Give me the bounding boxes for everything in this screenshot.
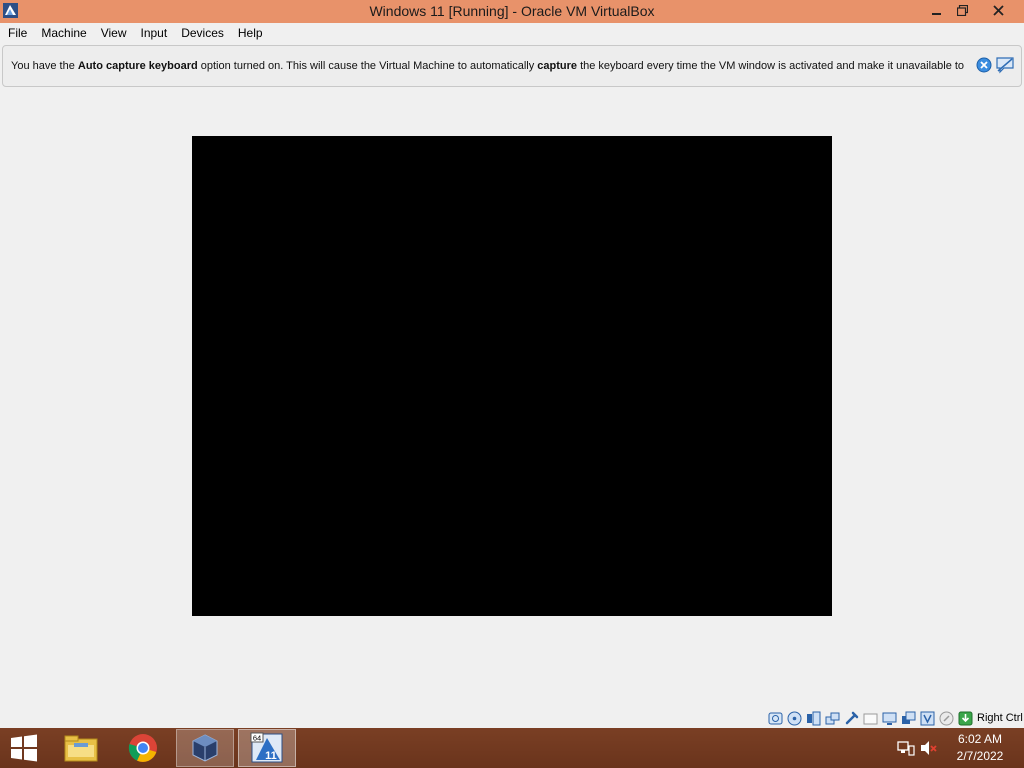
close-message-icon[interactable] <box>976 57 992 73</box>
menu-input[interactable]: Input <box>134 23 175 44</box>
menu-help[interactable]: Help <box>231 23 270 44</box>
notification-message: You have the Auto capture keyboard optio… <box>11 60 965 72</box>
menu-bar: File Machine View Input Devices Help <box>0 23 1024 44</box>
menu-devices[interactable]: Devices <box>174 23 231 44</box>
windows-11-vm-icon: 64 11 <box>250 732 283 763</box>
virtualbox-manager-icon <box>192 734 218 762</box>
minimize-button[interactable] <box>924 0 950 21</box>
taskbar-virtualbox-manager[interactable] <box>176 729 234 767</box>
file-explorer-icon <box>64 735 98 762</box>
taskbar-windows-11-vm[interactable]: 64 11 <box>238 729 296 767</box>
system-clock[interactable]: 6:02 AM 2/7/2022 <box>944 731 1016 765</box>
shared-folders-icon[interactable] <box>861 709 880 727</box>
network-icon[interactable] <box>823 709 842 727</box>
mouse-integration-icon[interactable] <box>937 709 956 727</box>
clock-time: 6:02 AM <box>957 732 1003 746</box>
close-button[interactable] <box>976 0 1021 21</box>
close-icon <box>993 5 1004 16</box>
window-title: Windows 11 [Running] - Oracle VM Virtual… <box>369 3 655 19</box>
start-icon <box>11 734 37 762</box>
taskbar-chrome[interactable] <box>114 729 172 767</box>
host-key-label: Right Ctrl <box>977 712 1023 724</box>
menu-view[interactable]: View <box>94 23 134 44</box>
cpu-virtualization-icon[interactable] <box>918 709 937 727</box>
volume-muted-icon[interactable] <box>920 740 938 756</box>
restore-button[interactable] <box>950 0 975 21</box>
recording-icon[interactable] <box>899 709 918 727</box>
vm-display[interactable] <box>192 136 832 616</box>
network-icon[interactable] <box>897 740 915 756</box>
taskbar-file-explorer[interactable] <box>52 729 110 767</box>
clock-date: 2/7/2022 <box>956 749 1004 763</box>
menu-machine[interactable]: Machine <box>34 23 93 44</box>
display-icon[interactable] <box>880 709 899 727</box>
chrome-icon <box>128 734 157 762</box>
vm-arch-badge: 64 <box>253 734 261 743</box>
usb-icon[interactable] <box>842 709 861 727</box>
menu-file[interactable]: File <box>1 23 34 44</box>
optical-drive-icon[interactable] <box>785 709 804 727</box>
start-button[interactable] <box>0 729 48 767</box>
audio-icon[interactable] <box>804 709 823 727</box>
do-not-show-again-icon[interactable] <box>995 56 1015 74</box>
hard-disk-icon[interactable] <box>766 709 785 727</box>
minimize-icon <box>932 12 941 15</box>
keyboard-capture-icon[interactable] <box>956 709 975 727</box>
restore-icon <box>957 5 968 16</box>
auto-capture-notification: You have the Auto capture keyboard optio… <box>2 45 1022 87</box>
taskbar: 64 11 <box>0 728 1024 768</box>
status-bar: Right Ctrl <box>0 708 1024 728</box>
vm-os-label: 11 <box>265 750 277 762</box>
title-bar[interactable]: Windows 11 [Running] - Oracle VM Virtual… <box>0 0 1024 23</box>
